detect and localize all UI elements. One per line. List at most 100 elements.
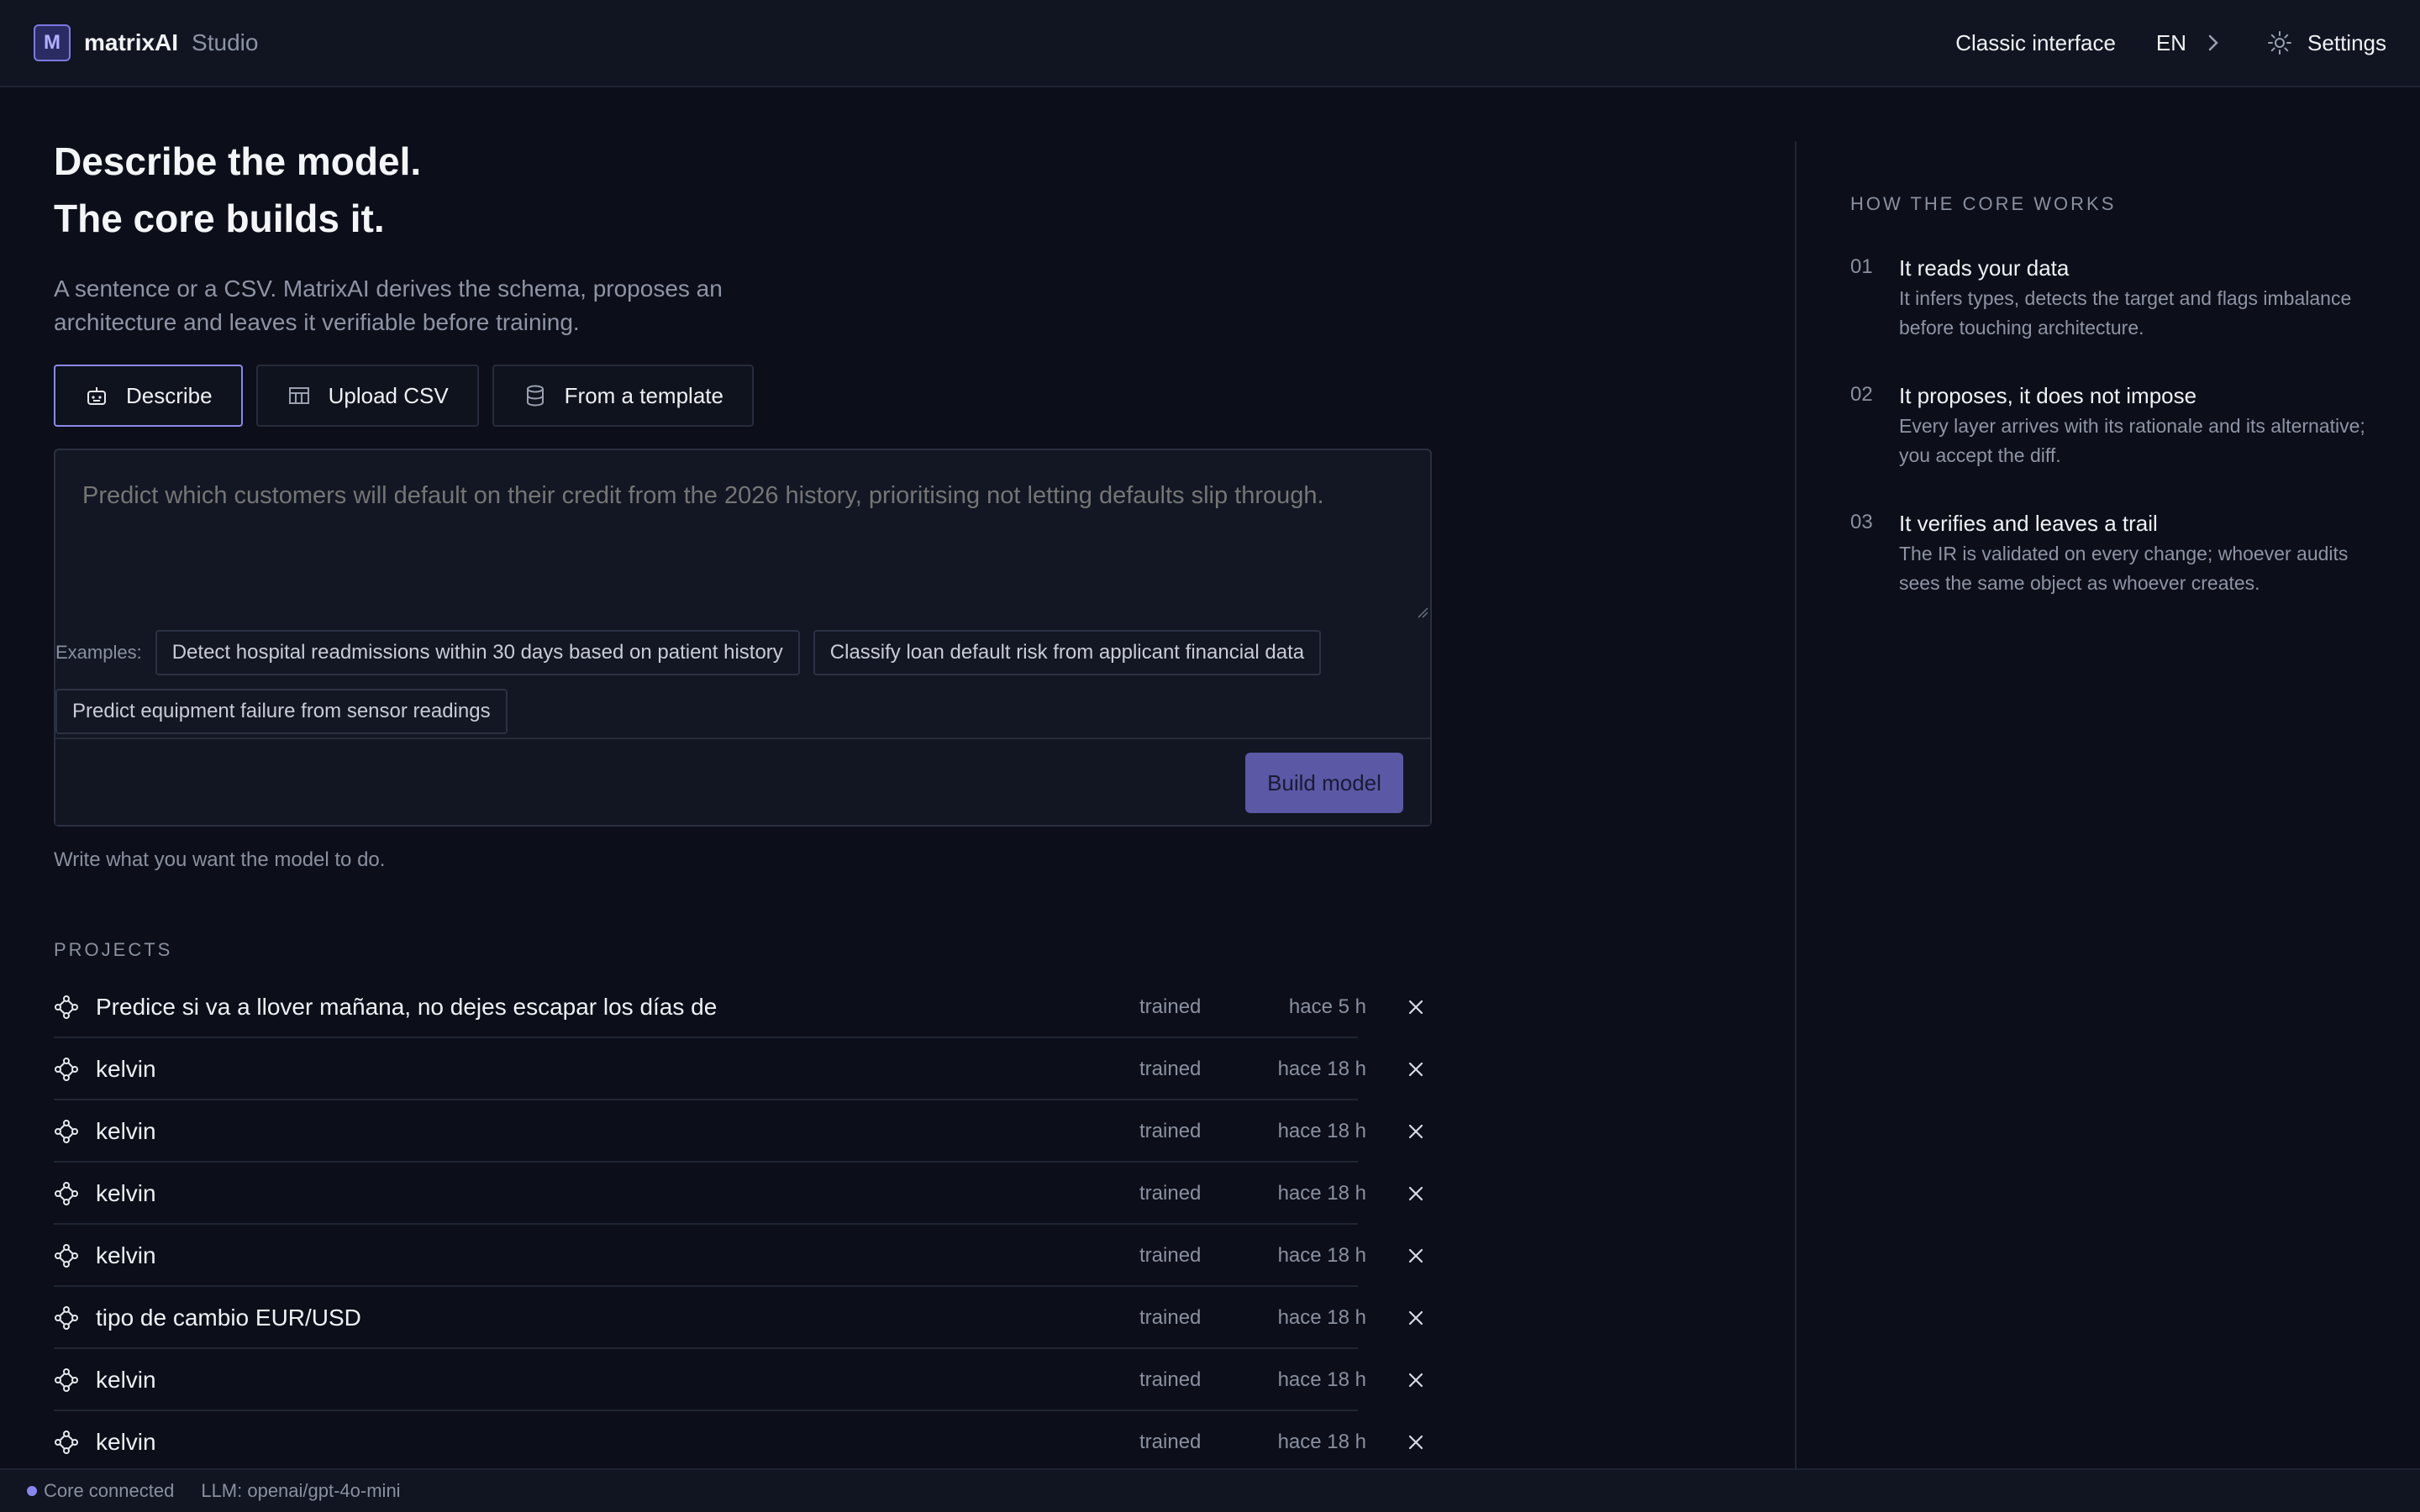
brand-name: matrixAI — [84, 29, 179, 55]
project-row[interactable]: tipo de cambio EUR/USD trained hace 18 h — [54, 1287, 1432, 1349]
project-name: kelvin — [96, 1429, 156, 1455]
step-text: Every layer arrives with its rationale a… — [1899, 415, 2365, 466]
column-divider — [1795, 141, 1797, 1468]
project-row[interactable]: Predice si va a llover mañana, no dejes … — [54, 976, 1432, 1038]
composer-footer: Build model — [55, 738, 1430, 825]
project-row[interactable]: kelvin trained hace 18 h — [54, 1225, 1432, 1287]
project-name: kelvin — [96, 1367, 156, 1393]
title-line-2: The core builds it. — [54, 197, 385, 240]
step-text: The IR is validated on every change; who… — [1899, 543, 2349, 594]
delete-project-button[interactable] — [1403, 1057, 1428, 1082]
project-status: trained — [1139, 1058, 1202, 1080]
project-name: kelvin — [96, 1180, 156, 1206]
delete-project-button[interactable] — [1403, 995, 1428, 1020]
model-node-icon — [55, 1058, 78, 1081]
tab-upload-csv[interactable]: Upload CSV — [255, 365, 479, 427]
example-chip[interactable]: Classify loan default risk from applican… — [813, 630, 1322, 675]
build-model-button[interactable]: Build model — [1245, 753, 1403, 813]
how-it-works-heading: HOW THE CORE WORKS — [1850, 193, 2117, 214]
project-name: kelvin — [96, 1056, 156, 1082]
brand-subtitle: Studio — [192, 29, 259, 55]
llm-model-label: LLM: openai/gpt-4o-mini — [201, 1480, 401, 1501]
chevron-right-icon — [2208, 34, 2218, 51]
tab-from-template[interactable]: From a template — [492, 365, 754, 427]
close-icon — [1408, 1248, 1423, 1263]
logo[interactable]: M — [34, 24, 71, 61]
delete-project-button[interactable] — [1403, 1181, 1428, 1206]
project-name: Predice si va a llover mañana, no dejes … — [96, 994, 718, 1020]
language-selector[interactable]: EN — [2156, 30, 2220, 56]
model-node-icon — [55, 1244, 78, 1268]
connection-status: Core connected — [44, 1480, 175, 1501]
resize-handle-icon[interactable] — [1417, 606, 1428, 618]
delete-project-button[interactable] — [1403, 1243, 1428, 1268]
language-label: EN — [2155, 29, 2187, 55]
tab-describe-label: Describe — [126, 382, 213, 408]
model-node-icon — [55, 1306, 78, 1330]
project-row[interactable]: kelvin trained hace 18 h — [54, 1100, 1432, 1163]
project-time: hace 18 h — [1277, 1431, 1366, 1453]
delete-project-button[interactable] — [1403, 1368, 1428, 1393]
main-content: Describe the model. The core builds it. … — [54, 87, 1432, 1473]
tab-describe[interactable]: Describe — [54, 365, 243, 427]
project-time: hace 5 h — [1288, 995, 1366, 1018]
project-row[interactable]: kelvin trained hace 18 h — [54, 1411, 1432, 1473]
settings-button[interactable]: Settings — [2267, 30, 2386, 56]
step-number: 03 — [1850, 511, 1873, 533]
model-description-input[interactable] — [55, 450, 1430, 618]
example-chip[interactable]: Predict equipment failure from sensor re… — [55, 689, 508, 734]
project-row[interactable]: kelvin trained hace 18 h — [54, 1038, 1432, 1100]
delete-project-button[interactable] — [1403, 1430, 1428, 1455]
sun-icon — [2268, 31, 2292, 55]
tab-upload-csv-label: Upload CSV — [328, 382, 449, 408]
model-node-icon — [55, 1120, 78, 1143]
title-line-1: Describe the model. — [54, 139, 422, 183]
page-title: Describe the model. The core builds it. — [54, 133, 1432, 247]
step-item: 02 It proposes, it does not impose Every… — [1850, 381, 2371, 470]
project-time: hace 18 h — [1277, 1306, 1366, 1329]
delete-project-button[interactable] — [1403, 1119, 1428, 1144]
step-title: It reads your data — [1899, 255, 2070, 281]
projects-heading: PROJECTS — [54, 939, 173, 960]
robot-icon — [87, 387, 106, 405]
step-title: It verifies and leaves a trail — [1899, 511, 2158, 536]
step-text: It infers types, detects the target and … — [1899, 287, 2352, 339]
step-number: 01 — [1850, 255, 1873, 278]
project-status: trained — [1139, 1182, 1202, 1205]
how-it-works-panel: HOW THE CORE WORKS 01 It reads your data… — [1850, 193, 2371, 598]
close-icon — [1408, 1373, 1423, 1388]
project-row[interactable]: kelvin trained hace 18 h — [54, 1349, 1432, 1411]
project-time: hace 18 h — [1277, 1244, 1366, 1267]
project-status: trained — [1139, 1244, 1202, 1267]
tab-from-template-label: From a template — [564, 382, 723, 408]
project-time: hace 18 h — [1277, 1058, 1366, 1080]
delete-project-button[interactable] — [1403, 1305, 1428, 1331]
project-status: trained — [1139, 1368, 1202, 1391]
project-time: hace 18 h — [1277, 1368, 1366, 1391]
close-icon — [1408, 1310, 1423, 1326]
close-icon — [1408, 1435, 1423, 1450]
model-node-icon — [55, 1431, 78, 1454]
step-number: 02 — [1850, 383, 1873, 406]
close-icon — [1408, 1062, 1423, 1077]
project-time: hace 18 h — [1277, 1120, 1366, 1142]
project-status: trained — [1139, 1306, 1202, 1329]
project-time: hace 18 h — [1277, 1182, 1366, 1205]
status-bar: Core connected LLM: openai/gpt-4o-mini — [0, 1468, 2420, 1512]
database-icon — [526, 385, 544, 407]
classic-interface-link[interactable]: Classic interface — [1955, 30, 2116, 56]
model-node-icon — [55, 995, 78, 1019]
mode-tabs: Describe Upload CSV From a template — [54, 365, 1432, 427]
model-node-icon — [55, 1368, 78, 1392]
table-icon — [288, 387, 309, 404]
settings-label: Settings — [2307, 29, 2386, 55]
example-chip[interactable]: Detect hospital readmissions within 30 d… — [155, 630, 800, 675]
page-subtitle: A sentence or a CSV. MatrixAI derives th… — [54, 276, 723, 335]
examples: Examples: Detect hospital readmissions w… — [55, 630, 1430, 734]
project-row[interactable]: kelvin trained hace 18 h — [54, 1163, 1432, 1225]
project-status: trained — [1139, 1120, 1202, 1142]
top-bar: M matrixAI Studio Classic interface EN S… — [0, 0, 2420, 87]
connection-status-dot — [27, 1486, 37, 1496]
close-icon — [1408, 1186, 1423, 1201]
composer-hint: Write what you want the model to do. — [54, 848, 386, 871]
